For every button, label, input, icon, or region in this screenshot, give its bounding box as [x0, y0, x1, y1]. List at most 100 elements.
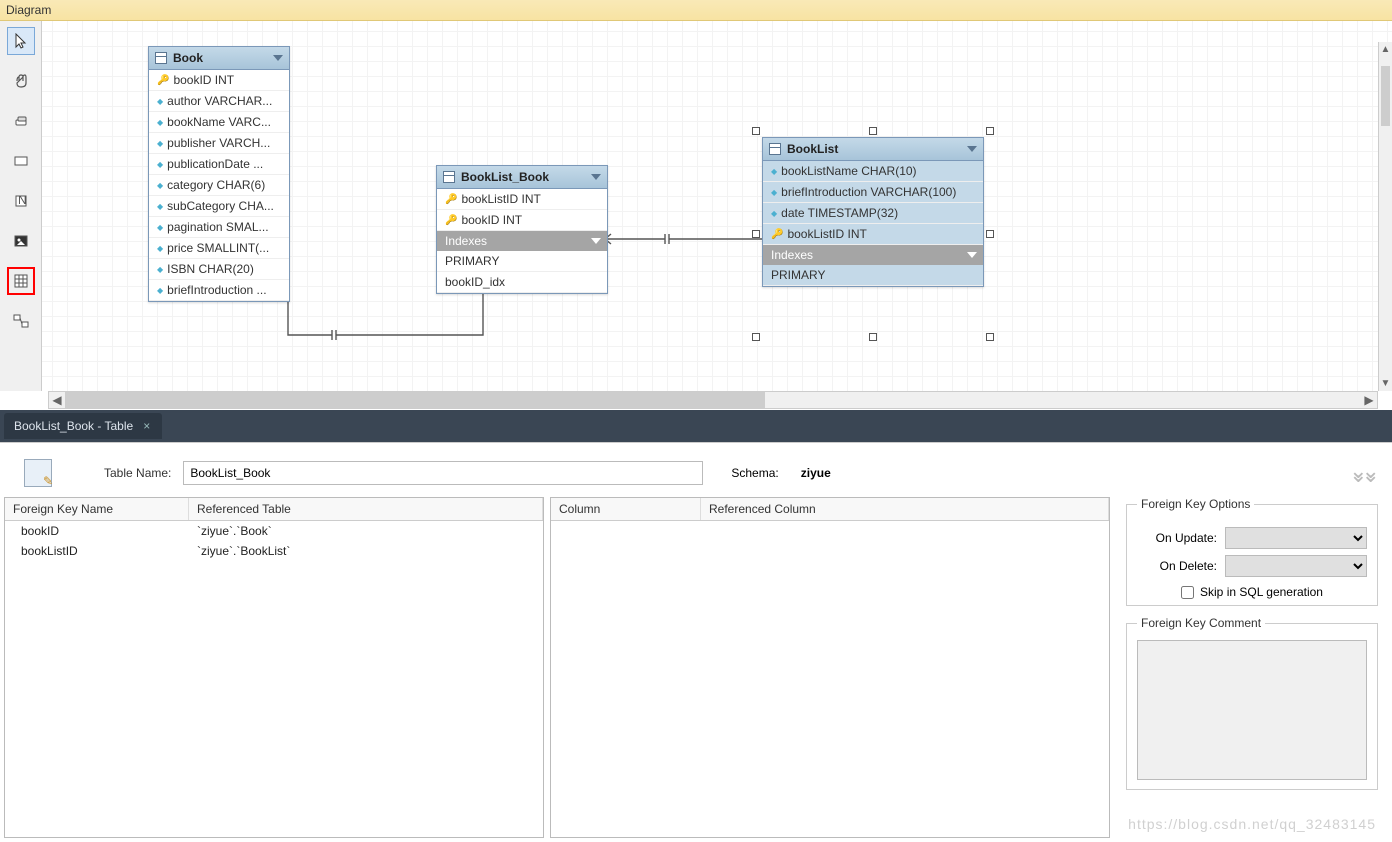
- table-booklist-book-header[interactable]: BookList_Book: [437, 166, 607, 189]
- col: 🔑bookListID INT: [763, 224, 983, 245]
- svg-text:N: N: [18, 193, 27, 207]
- index-row: bookID_idx: [437, 272, 607, 293]
- key-icon: 🔑: [157, 75, 169, 86]
- col: ◆bookName VARC...: [149, 112, 289, 133]
- diamond-icon: ◆: [771, 188, 777, 197]
- schema-value: ziyue: [801, 466, 831, 480]
- fk-options-legend: Foreign Key Options: [1137, 497, 1254, 511]
- relationship-tool[interactable]: [7, 307, 35, 335]
- col: ◆publisher VARCH...: [149, 133, 289, 154]
- col: 🔑bookID INT: [437, 210, 607, 231]
- diamond-icon: ◆: [157, 223, 163, 232]
- scroll-right-arrow[interactable]: ▶: [1361, 393, 1377, 407]
- col: ◆pagination SMAL...: [149, 217, 289, 238]
- table-booklist-book[interactable]: BookList_Book 🔑bookListID INT 🔑bookID IN…: [436, 165, 608, 294]
- diamond-icon: ◆: [157, 139, 163, 148]
- scroll-thumb[interactable]: [1381, 66, 1390, 126]
- new-table-tool[interactable]: [7, 267, 35, 295]
- diagram-area: N Book 🔑bookID INT ◆author VARCHAR... ◆b…: [0, 21, 1392, 391]
- fk-options: Foreign Key Options On Update: On Delete…: [1126, 497, 1378, 606]
- table-book-header[interactable]: Book: [149, 47, 289, 70]
- fk-row[interactable]: bookID `ziyue`.`Book`: [5, 521, 543, 541]
- col: ◆briefIntroduction VARCHAR(100): [763, 182, 983, 203]
- fk-row[interactable]: bookListID `ziyue`.`BookList`: [5, 541, 543, 561]
- col-header-column: Column: [551, 498, 701, 520]
- close-icon[interactable]: ×: [143, 419, 150, 433]
- col-header-refcolumn: Referenced Column: [701, 498, 1109, 520]
- col: ◆author VARCHAR...: [149, 91, 289, 112]
- diamond-icon: ◆: [157, 160, 163, 169]
- index-row: PRIMARY: [437, 251, 607, 272]
- schema-label: Schema:: [731, 466, 778, 480]
- diamond-icon: ◆: [157, 265, 163, 274]
- diamond-icon: ◆: [157, 118, 163, 127]
- fk-grid[interactable]: Foreign Key Name Referenced Table bookID…: [4, 497, 544, 838]
- editor-header: Table Name: Schema: ziyue: [0, 443, 1392, 501]
- table-booklist-book-name: BookList_Book: [461, 170, 549, 184]
- diamond-icon: ◆: [157, 202, 163, 211]
- eraser-tool[interactable]: [7, 107, 35, 135]
- table-icon: [443, 171, 455, 183]
- table-name-input[interactable]: [183, 461, 703, 485]
- indexes-header[interactable]: Indexes: [437, 231, 607, 251]
- table-book[interactable]: Book 🔑bookID INT ◆author VARCHAR... ◆boo…: [148, 46, 290, 302]
- col: 🔑bookListID INT: [437, 189, 607, 210]
- chevron-down-icon[interactable]: [273, 55, 283, 61]
- horizontal-scrollbar[interactable]: ◀ ▶: [48, 391, 1378, 409]
- table-icon: [769, 143, 781, 155]
- table-editor: Table Name: Schema: ziyue Foreign Key Na…: [0, 442, 1392, 842]
- pointer-tool[interactable]: [7, 27, 35, 55]
- on-update-select[interactable]: [1225, 527, 1367, 549]
- index-row: PRIMARY: [763, 265, 983, 286]
- bottom-tabstrip: BookList_Book - Table ×: [0, 410, 1392, 442]
- indexes-header[interactable]: Indexes: [763, 245, 983, 265]
- table-booklist[interactable]: BookList ◆bookListName CHAR(10) ◆briefIn…: [762, 137, 984, 287]
- col-grid[interactable]: Column Referenced Column: [550, 497, 1110, 838]
- diamond-icon: ◆: [157, 286, 163, 295]
- chevron-down-icon: [967, 252, 977, 258]
- vertical-scrollbar[interactable]: ▲ ▼: [1378, 42, 1392, 391]
- chevron-down-icon[interactable]: [967, 146, 977, 152]
- table-icon: [155, 52, 167, 64]
- image-tool[interactable]: [7, 227, 35, 255]
- toolbox: N: [0, 21, 42, 391]
- col: ◆price SMALLINT(...: [149, 238, 289, 259]
- diamond-icon: ◆: [157, 244, 163, 253]
- collapse-chevron-icon[interactable]: ⌄⌄: [1349, 458, 1374, 484]
- skip-sql-checkbox[interactable]: [1181, 586, 1194, 599]
- col: ◆bookListName CHAR(10): [763, 161, 983, 182]
- diagram-title: Diagram: [6, 3, 51, 17]
- table-edit-icon: [24, 459, 52, 487]
- col: ◆subCategory CHA...: [149, 196, 289, 217]
- key-icon: 🔑: [771, 229, 783, 240]
- table-book-name: Book: [173, 51, 203, 65]
- fk-options-pane: Foreign Key Options On Update: On Delete…: [1116, 497, 1388, 838]
- table-booklist-header[interactable]: BookList: [763, 138, 983, 161]
- diagram-header: Diagram: [0, 0, 1392, 21]
- on-delete-select[interactable]: [1225, 555, 1367, 577]
- scroll-down-arrow[interactable]: ▼: [1379, 378, 1392, 389]
- fk-key-icon: 🔑: [445, 215, 457, 226]
- note-tool[interactable]: N: [7, 187, 35, 215]
- tab-title: BookList_Book - Table: [14, 419, 133, 433]
- fk-comment-textarea[interactable]: [1137, 640, 1367, 780]
- col: ◆date TIMESTAMP(32): [763, 203, 983, 224]
- scroll-left-arrow[interactable]: ◀: [49, 393, 65, 407]
- hand-tool[interactable]: [7, 67, 35, 95]
- canvas-wrap: Book 🔑bookID INT ◆author VARCHAR... ◆boo…: [42, 21, 1392, 391]
- col: ◆publicationDate ...: [149, 154, 289, 175]
- on-delete-label: On Delete:: [1137, 559, 1217, 573]
- scroll-up-arrow[interactable]: ▲: [1379, 44, 1392, 55]
- scroll-thumb[interactable]: [65, 392, 765, 408]
- col: ◆category CHAR(6): [149, 175, 289, 196]
- col: 🔑bookID INT: [149, 70, 289, 91]
- col: ◆ISBN CHAR(20): [149, 259, 289, 280]
- layer-tool[interactable]: [7, 147, 35, 175]
- col: ◆briefIntroduction ...: [149, 280, 289, 301]
- tab-booklist-book[interactable]: BookList_Book - Table ×: [4, 413, 162, 439]
- diamond-icon: ◆: [771, 167, 777, 176]
- on-update-label: On Update:: [1137, 531, 1217, 545]
- fk-key-icon: 🔑: [445, 194, 457, 205]
- chevron-down-icon[interactable]: [591, 174, 601, 180]
- diamond-icon: ◆: [771, 209, 777, 218]
